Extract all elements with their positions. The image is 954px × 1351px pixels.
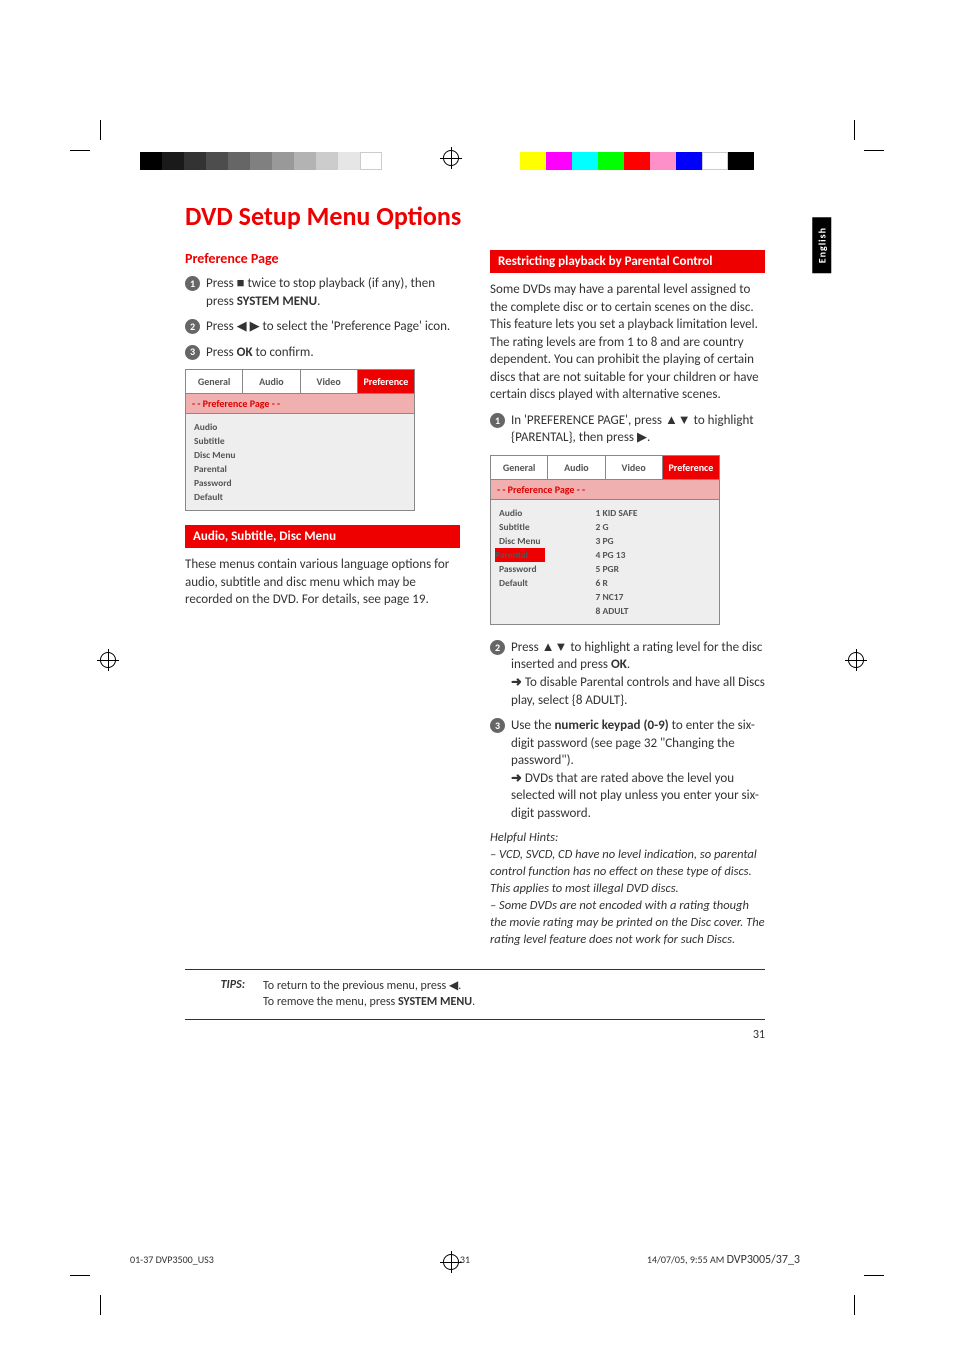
right-step-3: 3 Use the numeric keypad (0-9) to enter … bbox=[490, 717, 765, 822]
parental-control-heading: Restricting playback by Parental Control bbox=[490, 250, 765, 273]
ui-tab-preference: Preference bbox=[358, 370, 414, 394]
left-step-2: 2 Press ◀ ▶ to select the 'Preference Pa… bbox=[185, 318, 460, 336]
ui-tab-general: General bbox=[491, 456, 548, 480]
ui-body: Audio Subtitle Disc Menu Parental Passwo… bbox=[491, 500, 719, 624]
crop-marks-bottom bbox=[90, 1275, 864, 1325]
right-step-1: 1 In 'PREFERENCE PAGE', press ▲▼ to high… bbox=[490, 412, 765, 447]
result-arrow-icon: ➜ bbox=[511, 771, 525, 786]
ui-tab-general: General bbox=[186, 370, 243, 394]
calibration-bar-color bbox=[520, 152, 754, 170]
language-tab: English bbox=[812, 217, 831, 273]
up-down-arrow-icon: ▲▼ bbox=[542, 640, 568, 655]
ui-tab-audio: Audio bbox=[548, 456, 605, 480]
result-arrow-icon: ➜ bbox=[511, 675, 525, 690]
preference-page-heading: Preference Page bbox=[185, 250, 460, 267]
parental-intro: Some DVDs may have a parental level assi… bbox=[490, 281, 765, 404]
right-arrow-icon: ▶ bbox=[637, 430, 647, 445]
footer-page: 31 bbox=[460, 1253, 470, 1266]
registration-mark-top bbox=[440, 147, 462, 169]
right-column: Restricting playback by Parental Control… bbox=[490, 250, 765, 949]
ui-tab-video: Video bbox=[606, 456, 663, 480]
calibration-bar-grayscale bbox=[140, 152, 382, 170]
stop-icon: ■ bbox=[237, 276, 245, 291]
footer-model: DVP3005/37_3 bbox=[727, 1253, 800, 1267]
ui-subtitle: - - Preference Page - - bbox=[491, 480, 719, 500]
up-down-arrow-icon: ▲▼ bbox=[665, 413, 691, 428]
print-footer: 01-37 DVP3500_US3 31 14/07/05, 9:55 AM D… bbox=[130, 1253, 800, 1267]
ui-selected-parental: Parental bbox=[495, 548, 545, 562]
step-badge-1: 1 bbox=[490, 413, 505, 428]
right-step-2: 2 Press ▲▼ to highlight a rating level f… bbox=[490, 639, 765, 709]
footer-timestamp: 14/07/05, 9:55 AM bbox=[647, 1253, 724, 1266]
tips-footer: TIPS: To return to the previous menu, pr… bbox=[185, 969, 765, 1021]
page-number: 31 bbox=[185, 1028, 765, 1042]
ui-tab-preference: Preference bbox=[663, 456, 719, 480]
step-badge-2: 2 bbox=[490, 640, 505, 655]
left-arrow-icon: ◀ bbox=[449, 979, 458, 993]
left-step-1: 1 Press ■ twice to stop playback (if any… bbox=[185, 275, 460, 310]
ui-tab-audio: Audio bbox=[243, 370, 300, 394]
tips-label: TIPS: bbox=[185, 978, 245, 1012]
ui-tab-video: Video bbox=[301, 370, 358, 394]
ui-body: Audio Subtitle Disc Menu Parental Passwo… bbox=[186, 414, 414, 510]
registration-mark-right bbox=[845, 649, 867, 671]
preference-page-ui-mock: General Audio Video Preference - - Prefe… bbox=[185, 369, 415, 511]
step-badge-2: 2 bbox=[185, 319, 200, 334]
left-right-arrow-icon: ◀ ▶ bbox=[237, 319, 260, 334]
left-column: Preference Page 1 Press ■ twice to stop … bbox=[185, 250, 460, 949]
page-content: English DVD Setup Menu Options Preferenc… bbox=[185, 200, 765, 1042]
ui-selected-rating: 1 KID SAFE bbox=[596, 506, 638, 520]
registration-mark-left bbox=[97, 649, 119, 671]
audio-subtitle-disc-heading: Audio, Subtitle, Disc Menu bbox=[185, 525, 460, 548]
step-badge-3: 3 bbox=[185, 345, 200, 360]
left-step-3: 3 Press OK to confirm. bbox=[185, 344, 460, 362]
parental-ui-mock: General Audio Video Preference - - Prefe… bbox=[490, 455, 720, 625]
step-badge-3: 3 bbox=[490, 718, 505, 733]
helpful-hints: Helpful Hints: – VCD, SVCD, CD have no l… bbox=[490, 830, 765, 948]
ui-subtitle: - - Preference Page - - bbox=[186, 394, 414, 414]
audio-subtitle-disc-para: These menus contain various language opt… bbox=[185, 556, 460, 609]
page-title: DVD Setup Menu Options bbox=[185, 200, 765, 232]
step-badge-1: 1 bbox=[185, 276, 200, 291]
footer-file: 01-37 DVP3500_US3 bbox=[130, 1253, 214, 1267]
